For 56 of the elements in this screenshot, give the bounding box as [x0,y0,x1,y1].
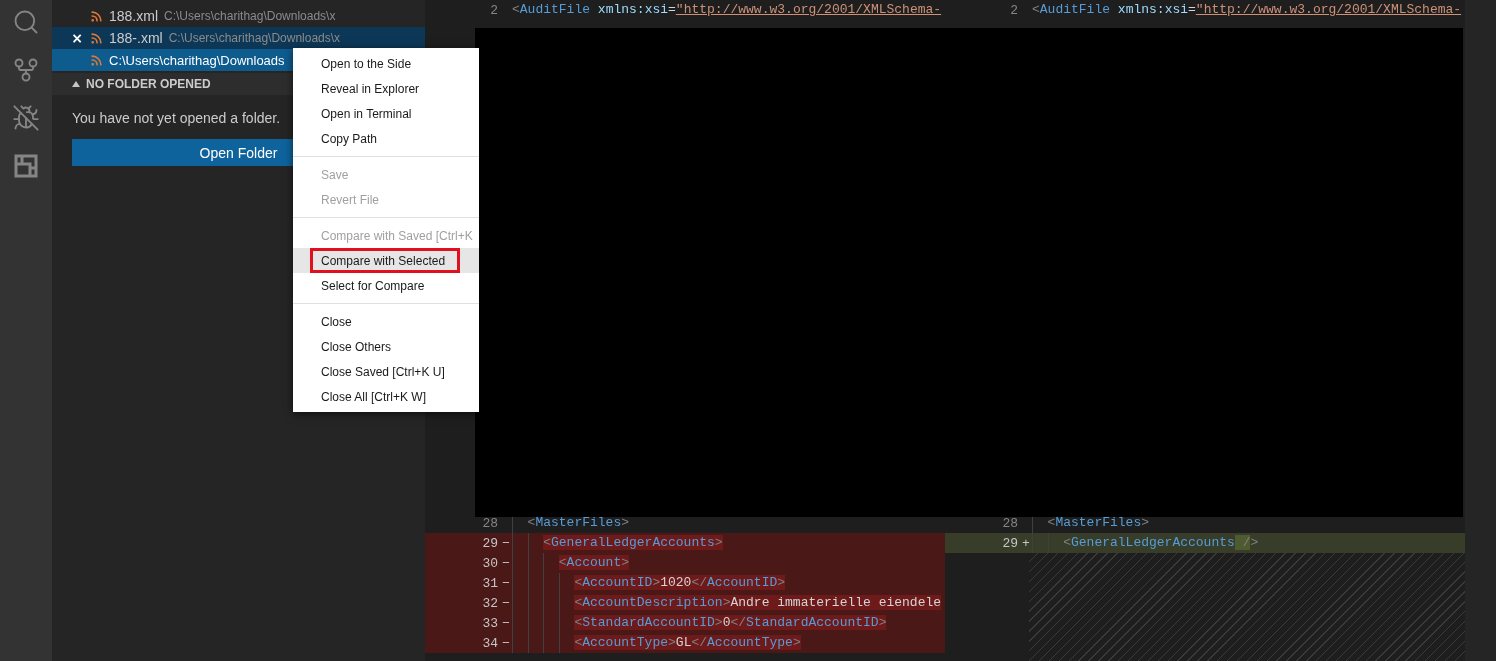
debug-icon[interactable] [12,104,40,132]
file-path: C:\Users\charithag\Downloads\x [164,9,336,23]
line-number: 31 [481,575,498,591]
code-line: <GeneralLedgerAccounts> [543,534,723,552]
line-number: 30 [481,555,498,571]
diff-marker: − [501,575,511,591]
diff-marker: + [1021,535,1031,551]
menu-item[interactable]: Close All [Ctrl+K W] [293,384,479,409]
code-line: <AccountDescription>Andre immaterielle eiendele [574,594,942,612]
file-name: 188.xml [109,8,159,24]
line-number: 2 [1009,2,1018,18]
section-title: NO FOLDER OPENED [86,77,211,91]
diff-marker: − [501,555,511,571]
file-path: C:\Users\charithag\Downloads [109,52,285,68]
code-line: <GeneralLedgerAccounts /> [1063,534,1259,552]
rss-icon [90,53,103,67]
file-name: 188-.xml [109,30,163,46]
code-line: <StandardAccountID>0</StandardAccountID> [574,614,887,632]
line-number: 29 [1001,535,1018,551]
line-number: 29 [481,535,498,551]
rss-icon [90,9,103,23]
diff-marker: − [501,535,511,551]
branch-icon[interactable] [12,56,40,84]
code-line: <AuditFile xmlns:xsi="http://www.w3.org/2001/XMLSchema- [512,1,942,19]
open-editor-item[interactable]: × 188-.xml C:\Users\charithag\Downloads\x [52,27,425,49]
menu-item[interactable]: Compare with Selected [293,248,479,273]
menu-item[interactable]: Close [293,309,479,334]
menu-item[interactable]: Close Saved [Ctrl+K U] [293,359,479,384]
file-path: C:\Users\charithag\Downloads\x [168,31,341,45]
line-number: 28 [1001,515,1018,531]
empty-message: You have not yet opened a folder. [72,110,281,126]
code-line: <MasterFiles> [1047,514,1150,532]
menu-item[interactable]: Close Others [293,334,479,359]
code-line: <AccountID>1020</AccountID> [574,574,786,592]
line-number: 32 [481,595,498,611]
code-line: <AuditFile xmlns:xsi="http://www.w3.org/2001/XMLSchema- [1032,1,1462,19]
line-number: 33 [481,615,498,631]
menu-item[interactable]: Open in Terminal [293,101,479,126]
close-icon[interactable]: × [70,30,84,46]
open-editor-item[interactable]: 188.xml C:\Users\charithag\Downloads\x [52,5,425,27]
rss-icon [90,31,103,45]
diff-marker: − [501,635,511,651]
menu-item[interactable]: Reveal in Explorer [293,76,479,101]
extensions-icon[interactable] [12,152,40,180]
menu-item[interactable]: Open to the Side [293,51,479,76]
line-number: 34 [481,635,498,651]
diff-marker: − [501,595,511,611]
menu-item[interactable]: Select for Compare [293,273,479,298]
line-number: 2 [489,2,498,18]
code-line: <Account> [558,554,629,572]
diff-marker: − [501,615,511,631]
search-icon[interactable] [12,8,40,36]
line-number: 28 [481,515,498,531]
menu-item[interactable]: Copy Path [293,126,479,151]
code-line: <MasterFiles> [527,514,630,532]
code-line: <AccountType>GL</AccountType> [574,634,801,652]
